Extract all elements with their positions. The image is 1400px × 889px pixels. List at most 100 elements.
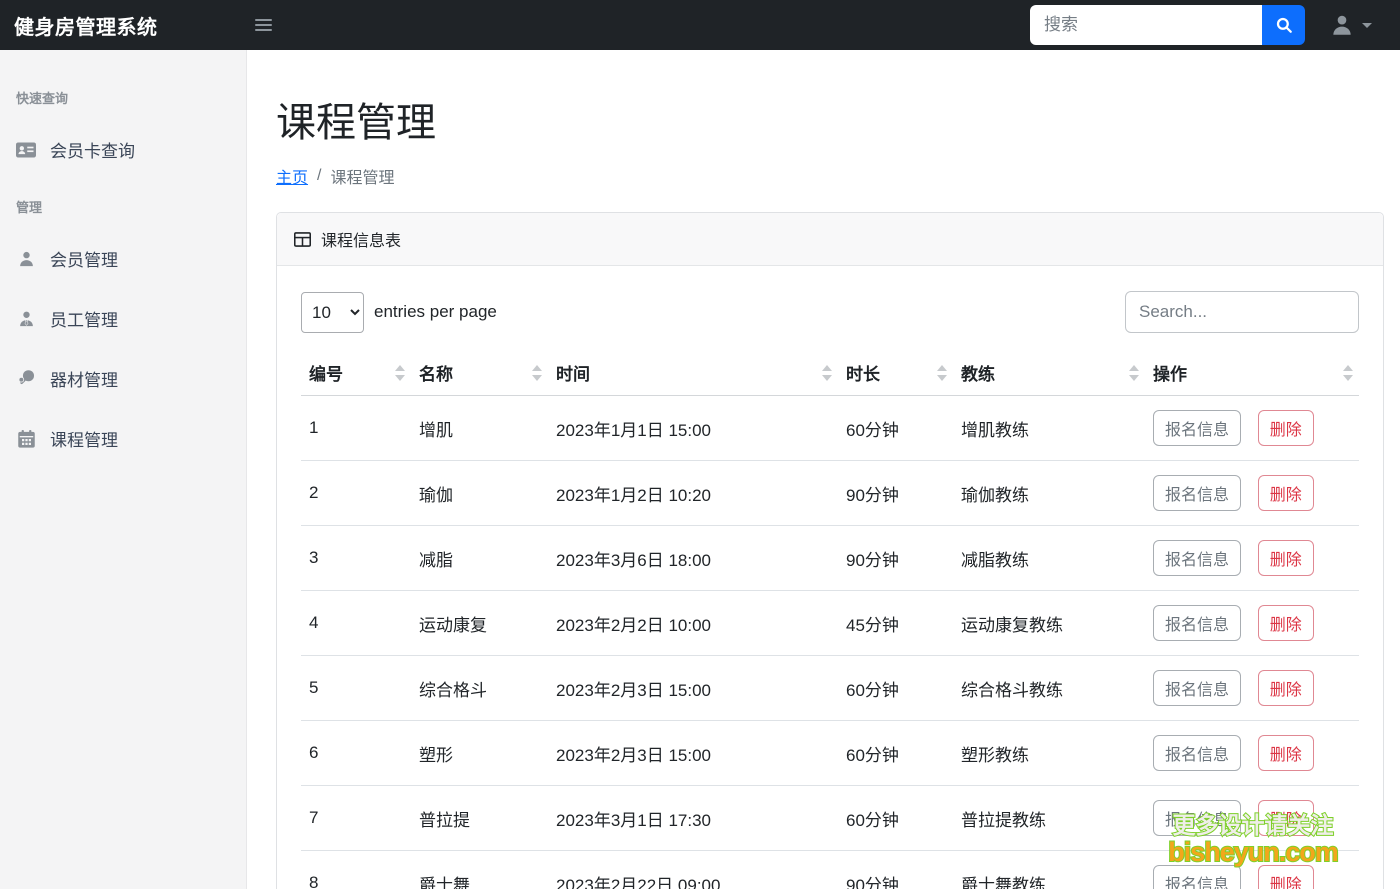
entries-select[interactable]: 10 — [301, 291, 364, 333]
user-tie-icon — [16, 310, 36, 328]
breadcrumb: 主页 / 课程管理 — [276, 164, 1384, 188]
table-controls: 10 entries per page — [301, 291, 1359, 333]
cell-name: 塑形 — [411, 720, 548, 786]
cell-actions: 报名信息 删除 — [1145, 850, 1359, 889]
sidebar-item-equipment-management[interactable]: 器材管理 — [16, 366, 222, 391]
card-body: 10 entries per page 编号 — [277, 266, 1383, 889]
cell-actions: 报名信息 删除 — [1145, 590, 1359, 656]
sidebar-item-label: 会员管理 — [50, 251, 118, 270]
navbar-search-button[interactable] — [1262, 5, 1305, 45]
sidebar-item-label: 会员卡查询 — [50, 142, 135, 161]
user-dropdown[interactable] — [1329, 12, 1372, 38]
entries-label: entries per page — [374, 302, 497, 321]
cell-id: 1 — [301, 395, 411, 461]
delete-button[interactable]: 删除 — [1257, 410, 1314, 446]
table-search-input[interactable] — [1125, 291, 1359, 333]
navbar-search-input[interactable] — [1030, 5, 1262, 45]
signup-info-button[interactable]: 报名信息 — [1153, 800, 1242, 836]
cell-id: 6 — [301, 720, 411, 786]
delete-button[interactable]: 删除 — [1257, 670, 1314, 706]
card-header-title: 课程信息表 — [321, 233, 402, 250]
cell-time: 2023年2月3日 15:00 — [548, 720, 838, 786]
cell-coach: 塑形教练 — [953, 720, 1145, 786]
cell-coach: 综合格斗教练 — [953, 655, 1145, 721]
course-table-body: 1 增肌 2023年1月1日 15:00 60分钟 增肌教练 报名信息 删除 2… — [301, 395, 1359, 889]
breadcrumb-separator: / — [317, 167, 322, 184]
cell-actions: 报名信息 删除 — [1145, 655, 1359, 721]
cell-actions: 报名信息 删除 — [1145, 525, 1359, 591]
table-row: 3 减脂 2023年3月6日 18:00 90分钟 减脂教练 报名信息 删除 — [301, 525, 1359, 591]
id-card-icon — [16, 142, 36, 158]
cell-time: 2023年2月3日 15:00 — [548, 655, 838, 721]
cell-actions: 报名信息 删除 — [1145, 785, 1359, 851]
cell-name: 增肌 — [411, 395, 548, 461]
signup-info-button[interactable]: 报名信息 — [1153, 540, 1242, 576]
column-header-actions[interactable]: 操作 — [1145, 350, 1359, 396]
breadcrumb-current: 课程管理 — [330, 170, 395, 187]
sort-icons — [1129, 364, 1139, 381]
cell-id: 5 — [301, 655, 411, 721]
sidebar-item-label: 员工管理 — [50, 311, 118, 330]
column-header-coach[interactable]: 教练 — [953, 350, 1145, 396]
cell-id: 4 — [301, 590, 411, 656]
column-header-time[interactable]: 时间 — [548, 350, 838, 396]
column-header-name[interactable]: 名称 — [411, 350, 548, 396]
sort-icons — [532, 364, 542, 381]
cell-time: 2023年2月22日 09:00 — [548, 850, 838, 889]
breadcrumb-home-link[interactable]: 主页 — [276, 164, 308, 188]
sidebar-section-quick-query: 快速查询 — [16, 91, 69, 106]
delete-button[interactable]: 删除 — [1257, 735, 1314, 771]
signup-info-button[interactable]: 报名信息 — [1153, 475, 1242, 511]
cell-actions: 报名信息 删除 — [1145, 460, 1359, 526]
delete-button[interactable]: 删除 — [1257, 475, 1314, 511]
cell-duration: 90分钟 — [838, 850, 953, 889]
table-tennis-icon — [16, 369, 36, 388]
cell-duration: 45分钟 — [838, 590, 953, 656]
calendar-icon — [16, 429, 36, 448]
cell-name: 运动康复 — [411, 590, 548, 656]
sidebar-item-member-management[interactable]: 会员管理 — [16, 246, 222, 271]
sort-icons — [822, 364, 832, 381]
delete-button[interactable]: 删除 — [1257, 865, 1314, 889]
cell-coach: 减脂教练 — [953, 525, 1145, 591]
signup-info-button[interactable]: 报名信息 — [1153, 865, 1242, 889]
cell-name: 爵士舞 — [411, 850, 548, 889]
cell-actions: 报名信息 删除 — [1145, 720, 1359, 786]
cell-time: 2023年1月2日 10:20 — [548, 460, 838, 526]
cell-coach: 增肌教练 — [953, 395, 1145, 461]
delete-button[interactable]: 删除 — [1257, 800, 1314, 836]
chevron-down-icon — [1362, 22, 1372, 28]
navbar-search-form — [1030, 5, 1305, 45]
cell-name: 瑜伽 — [411, 460, 548, 526]
cell-coach: 瑜伽教练 — [953, 460, 1145, 526]
sidebar-item-label: 器材管理 — [50, 371, 118, 390]
cell-name: 减脂 — [411, 525, 548, 591]
signup-info-button[interactable]: 报名信息 — [1153, 410, 1242, 446]
sidebar-item-member-card-query[interactable]: 会员卡查询 — [16, 137, 222, 162]
cell-actions: 报名信息 删除 — [1145, 395, 1359, 461]
sidebar-toggle-button[interactable] — [249, 13, 278, 37]
table-row: 5 综合格斗 2023年2月3日 15:00 60分钟 综合格斗教练 报名信息 … — [301, 655, 1359, 721]
page-title: 课程管理 — [276, 101, 436, 145]
delete-button[interactable]: 删除 — [1257, 605, 1314, 641]
signup-info-button[interactable]: 报名信息 — [1153, 735, 1242, 771]
delete-button[interactable]: 删除 — [1257, 540, 1314, 576]
search-icon — [1275, 16, 1293, 34]
cell-coach: 普拉提教练 — [953, 785, 1145, 851]
course-table: 编号 名称 时间 时长 教练 操作 1 增肌 2023年1月1日 15:00 6… — [301, 350, 1359, 889]
cell-duration: 90分钟 — [838, 525, 953, 591]
sidebar-item-course-management[interactable]: 课程管理 — [16, 426, 222, 451]
cell-duration: 60分钟 — [838, 720, 953, 786]
signup-info-button[interactable]: 报名信息 — [1153, 605, 1242, 641]
top-navbar: 健身房管理系统 — [0, 0, 1400, 50]
sidebar-item-staff-management[interactable]: 员工管理 — [16, 306, 222, 331]
cell-id: 8 — [301, 850, 411, 889]
table-row: 2 瑜伽 2023年1月2日 10:20 90分钟 瑜伽教练 报名信息 删除 — [301, 460, 1359, 526]
column-header-id[interactable]: 编号 — [301, 350, 411, 396]
signup-info-button[interactable]: 报名信息 — [1153, 670, 1242, 706]
cell-time: 2023年3月6日 18:00 — [548, 525, 838, 591]
sort-icons — [937, 364, 947, 381]
cell-duration: 60分钟 — [838, 395, 953, 461]
cell-duration: 60分钟 — [838, 785, 953, 851]
column-header-duration[interactable]: 时长 — [838, 350, 953, 396]
